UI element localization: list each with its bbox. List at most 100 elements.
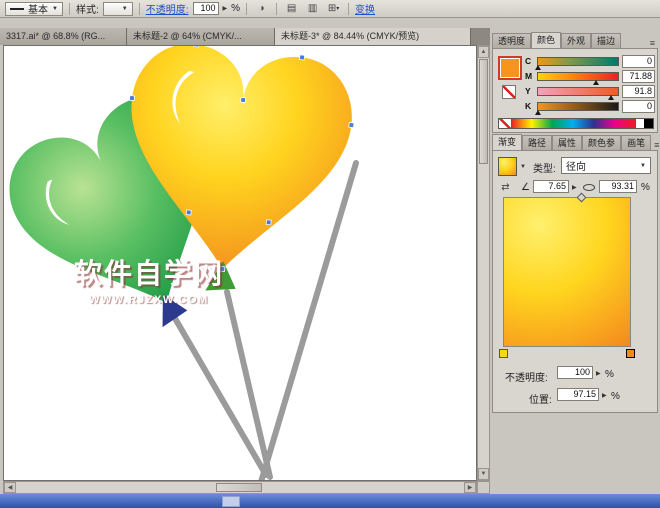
style-dropdown[interactable]: ▼ <box>103 2 133 16</box>
black-channel-row: K 0 <box>525 99 655 113</box>
scroll-left-button[interactable]: ◀ <box>4 482 16 493</box>
select-similar-button[interactable]: ▥ <box>304 2 321 16</box>
scrollbar-corner <box>477 481 490 494</box>
divider <box>276 3 277 15</box>
none-color-swatch[interactable] <box>499 119 511 128</box>
stroke-profile-icon <box>10 8 24 10</box>
magenta-value-input[interactable]: 71.88 <box>622 70 655 83</box>
tab-attributes[interactable]: 属性 <box>552 135 582 150</box>
divider <box>69 3 70 15</box>
position-spinner-icon[interactable]: ▶ <box>602 392 607 399</box>
panel-menu-icon[interactable]: ≡ <box>647 38 658 48</box>
recolor-artwork-button[interactable]: ◑ <box>253 2 270 16</box>
scroll-up-button[interactable]: ▲ <box>478 46 489 58</box>
opacity-unit: % <box>231 3 240 14</box>
gradient-opacity-unit: % <box>605 369 614 380</box>
slider-marker-icon[interactable] <box>535 110 541 115</box>
watermark-title: 软件自学网 <box>54 252 244 292</box>
aspect-unit: % <box>641 182 650 193</box>
horizontal-scrollbar-thumb[interactable] <box>216 483 262 492</box>
gradient-swatch[interactable] <box>498 157 517 176</box>
grid-icon: ⊞ <box>328 3 336 14</box>
document-list-icon: ▥ <box>308 3 317 14</box>
gradient-position-input[interactable]: 97.15 <box>557 388 599 401</box>
doc-tab-3-active[interactable]: 未标题-3* @ 84.44% (CMYK/预览) <box>275 28 471 45</box>
cyan-value-input[interactable]: 0 <box>622 55 655 68</box>
tab-stroke[interactable]: 描边 <box>591 33 621 48</box>
aspect-ratio-icon <box>583 184 595 191</box>
opacity-spinner-icon[interactable]: ▶ <box>596 370 601 377</box>
fill-color-swatch[interactable] <box>498 56 522 80</box>
transform-link[interactable]: 变换 <box>355 1 375 16</box>
scroll-down-button[interactable]: ▼ <box>478 468 489 480</box>
chevron-down-icon: ▼ <box>122 6 128 12</box>
panel-menu-icon[interactable]: ≡ <box>651 140 660 150</box>
tab-label: 描边 <box>597 36 615 46</box>
gradient-stop-orange[interactable] <box>626 349 635 358</box>
angle-spinner-icon[interactable]: ▶ <box>572 184 577 191</box>
tab-gradient[interactable]: 渐变 <box>492 134 522 150</box>
isolate-selection-button[interactable]: ▤ <box>283 2 300 16</box>
style-label: 样式: <box>76 1 99 16</box>
vertical-scrollbar[interactable]: ▲ ▼ <box>477 45 490 481</box>
vertical-scrollbar-thumb[interactable] <box>479 59 488 164</box>
tab-pathfinder[interactable]: 路径 <box>522 135 552 150</box>
horizontal-scrollbar[interactable]: ◀ ▶ <box>3 481 477 494</box>
color-spectrum-ramp[interactable] <box>498 118 654 129</box>
align-options-button[interactable]: ⊞▾ <box>325 2 342 16</box>
tab-color-guide[interactable]: 颜色参 <box>582 135 621 150</box>
tab-label: 属性 <box>558 138 576 148</box>
opacity-link[interactable]: 不透明度: <box>146 1 189 16</box>
tab-transparency[interactable]: 透明度 <box>492 33 531 48</box>
tab-color[interactable]: 颜色 <box>531 32 561 48</box>
tab-appearance[interactable]: 外观 <box>561 33 591 48</box>
magenta-label: M <box>525 71 534 81</box>
black-value-input[interactable]: 0 <box>622 100 655 113</box>
color-wheel-icon: ◑ <box>259 3 265 14</box>
color-panel-body: C 0 M 71.88 Y 91.8 K 0 <box>492 48 658 133</box>
spectrum-gradient[interactable] <box>511 119 635 128</box>
doc-tab-label: 3317.ai* @ 68.8% (RG... <box>6 31 105 41</box>
doc-tab-label: 未标题-3* @ 84.44% (CMYK/预览) <box>281 31 419 41</box>
stroke-color-swatch[interactable] <box>502 85 516 99</box>
gradient-opacity-input[interactable]: 100 <box>557 366 593 379</box>
tab-label: 透明度 <box>498 36 525 46</box>
magenta-slider[interactable] <box>537 72 619 81</box>
gradient-type-value: 径向 <box>566 158 586 173</box>
options-bar: 基本 ▼ 样式: ▼ 不透明度: 100 ▶ % ◑ ▤ ▥ ⊞▾ 变换 <box>0 0 660 18</box>
illustrator-window: 基本 ▼ 样式: ▼ 不透明度: 100 ▶ % ◑ ▤ ▥ ⊞▾ 变换 331… <box>0 0 660 508</box>
watermark: 软件自学网 WWW.RJZXW.COM <box>54 252 244 306</box>
tab-label: 颜色 <box>537 35 555 45</box>
cyan-slider[interactable] <box>537 57 619 66</box>
black-swatch[interactable] <box>644 119 653 128</box>
yellow-value-input[interactable]: 91.8 <box>622 85 655 98</box>
gradient-preset-caret-icon[interactable]: ▼ <box>520 164 526 170</box>
yellow-slider[interactable] <box>537 87 619 96</box>
doc-tab-1[interactable]: 3317.ai* @ 68.8% (RG... <box>0 28 127 45</box>
white-swatch[interactable] <box>635 119 644 128</box>
divider <box>348 3 349 15</box>
opacity-spinner-icon[interactable]: ▶ <box>223 5 228 12</box>
gradient-midpoint-marker[interactable] <box>577 193 587 203</box>
document-icon: ▤ <box>287 3 296 14</box>
tab-brushes[interactable]: 画笔 <box>621 135 651 150</box>
reverse-gradient-button[interactable]: ⇄ <box>497 180 514 194</box>
black-slider[interactable] <box>537 102 619 111</box>
gradient-type-select[interactable]: 径向 ▼ <box>561 157 651 174</box>
gradient-stop-yellow[interactable] <box>499 349 508 358</box>
doc-tab-label: 未标题-2 @ 64% (CMYK/... <box>133 31 242 41</box>
tab-label: 渐变 <box>498 137 516 147</box>
taskbar <box>0 494 660 508</box>
opacity-input[interactable]: 100 <box>193 2 219 15</box>
artboard-canvas[interactable]: 软件自学网 WWW.RJZXW.COM <box>3 45 477 481</box>
magenta-channel-row: M 71.88 <box>525 69 655 83</box>
divider <box>139 3 140 15</box>
profile-dropdown[interactable]: 基本 ▼ <box>5 2 63 16</box>
gradient-aspect-input[interactable]: 93.31 <box>599 180 637 193</box>
taskbar-button[interactable] <box>222 496 240 507</box>
gradient-preview[interactable] <box>503 197 631 347</box>
doc-tab-2[interactable]: 未标题-2 @ 64% (CMYK/... <box>127 28 275 45</box>
gradient-type-label: 类型: <box>533 160 556 175</box>
scroll-right-button[interactable]: ▶ <box>464 482 476 493</box>
gradient-angle-input[interactable]: 7.65 <box>533 180 569 193</box>
